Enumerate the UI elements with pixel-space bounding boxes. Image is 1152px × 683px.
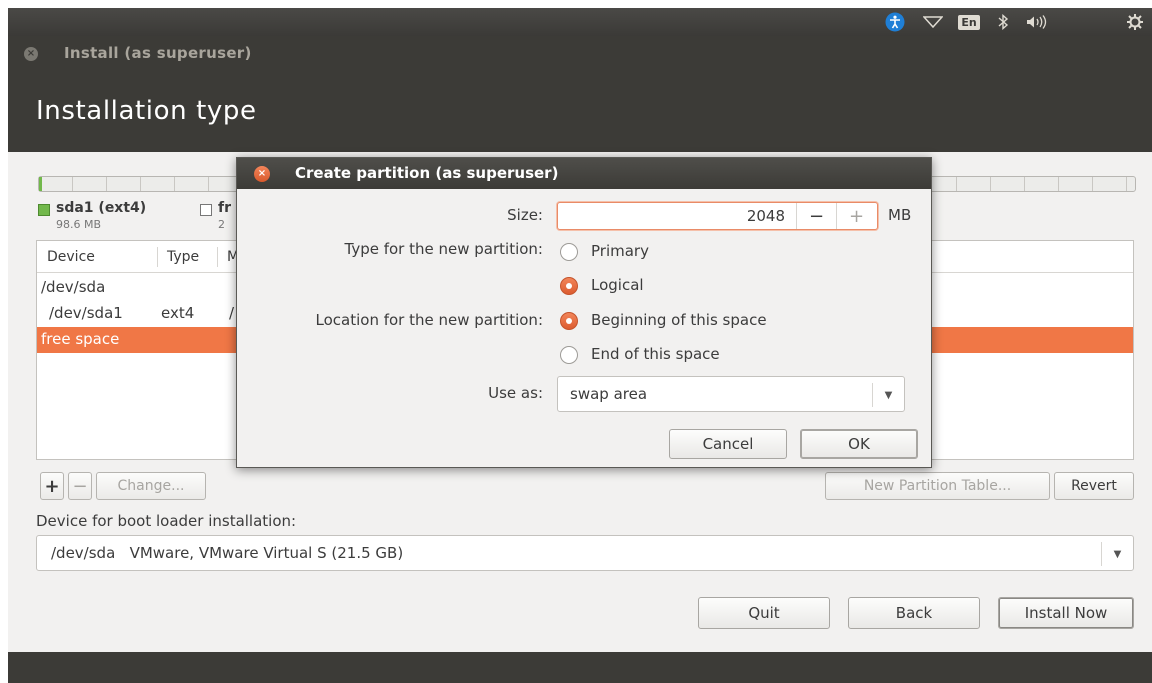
create-partition-dialog: × Create partition (as superuser) Size: … xyxy=(236,157,932,468)
cell-device: free space xyxy=(41,330,120,348)
quit-button[interactable]: Quit xyxy=(698,597,830,629)
size-unit-label: MB xyxy=(888,206,912,224)
size-input-value: 2048 xyxy=(746,207,785,225)
window-close-icon[interactable]: × xyxy=(24,47,38,61)
partition-type-label: Type for the new partition: xyxy=(344,240,544,258)
radio-logical-label[interactable]: Logical xyxy=(591,276,644,294)
remove-label: − xyxy=(72,475,88,497)
accessibility-icon[interactable] xyxy=(882,8,908,36)
partition-location-label: Location for the new partition: xyxy=(315,311,543,329)
revert-label: Revert xyxy=(1071,478,1117,494)
boot-loader-device-value: /dev/sda VMware, VMware Virtual S (21.5 … xyxy=(51,544,404,562)
page-header: Installation type xyxy=(8,72,1152,152)
size-decrement-button[interactable]: − xyxy=(796,203,836,229)
new-partition-table-button[interactable]: New Partition Table... xyxy=(825,472,1050,500)
cell-mount: / xyxy=(229,304,235,322)
use-as-select[interactable]: swap area ▼ xyxy=(557,376,905,412)
window-title-bar: × Install (as superuser) xyxy=(8,36,1152,72)
cell-device: /dev/sda1 xyxy=(49,304,123,322)
radio-end-label[interactable]: End of this space xyxy=(591,345,720,363)
change-label: Change... xyxy=(117,478,185,494)
radio-beginning[interactable] xyxy=(560,312,578,330)
change-partition-button[interactable]: Change... xyxy=(96,472,206,500)
dialog-title: Create partition (as superuser) xyxy=(295,164,559,182)
ok-button[interactable]: OK xyxy=(800,429,918,459)
dialog-close-icon[interactable]: × xyxy=(254,166,270,182)
network-wifi-icon[interactable] xyxy=(920,8,946,36)
bluetooth-icon[interactable] xyxy=(992,8,1014,36)
legend-swatch-free xyxy=(200,204,212,216)
legend-swatch-ext4 xyxy=(38,204,50,216)
increment-label: + xyxy=(848,205,865,227)
ok-label: OK xyxy=(848,435,870,453)
boot-loader-label: Device for boot loader installation: xyxy=(36,512,297,530)
install-now-button[interactable]: Install Now xyxy=(998,597,1134,629)
cell-device: /dev/sda xyxy=(41,278,106,296)
revert-button[interactable]: Revert xyxy=(1054,472,1134,500)
size-spinbox[interactable]: 2048 − + xyxy=(557,202,878,230)
column-header-type[interactable]: Type xyxy=(167,249,199,265)
chevron-down-icon: ▼ xyxy=(1101,542,1133,566)
column-header-device[interactable]: Device xyxy=(47,249,95,265)
radio-beginning-label[interactable]: Beginning of this space xyxy=(591,311,767,329)
volume-icon[interactable] xyxy=(1022,8,1052,36)
new-partition-table-label: New Partition Table... xyxy=(863,478,1012,494)
column-separator xyxy=(217,247,218,267)
radio-logical[interactable] xyxy=(560,277,578,295)
use-as-label: Use as: xyxy=(488,384,543,402)
column-separator xyxy=(157,247,158,267)
bottom-panel xyxy=(8,652,1152,683)
quit-label: Quit xyxy=(748,604,780,622)
legend-partition-name: fr xyxy=(218,200,231,216)
system-menu-icon[interactable] xyxy=(1122,8,1148,36)
size-label: Size: xyxy=(507,206,543,224)
back-label: Back xyxy=(895,604,933,622)
add-label: + xyxy=(44,475,60,497)
cell-type: ext4 xyxy=(161,304,195,322)
page-title: Installation type xyxy=(36,96,257,126)
legend-partition-size: 2 xyxy=(218,218,225,231)
top-panel: En xyxy=(8,8,1152,36)
legend-partition-size: 98.6 MB xyxy=(56,218,102,231)
remove-partition-button[interactable]: − xyxy=(68,472,92,500)
radio-primary-label[interactable]: Primary xyxy=(591,242,649,260)
radio-end[interactable] xyxy=(560,346,578,364)
window-title: Install (as superuser) xyxy=(64,44,252,62)
boot-loader-device-select[interactable]: /dev/sda VMware, VMware Virtual S (21.5 … xyxy=(36,535,1134,571)
install-now-label: Install Now xyxy=(1024,604,1108,622)
back-button[interactable]: Back xyxy=(848,597,980,629)
keyboard-layout-indicator[interactable]: En xyxy=(956,8,982,36)
legend-partition-name: sda1 (ext4) xyxy=(56,200,147,216)
cancel-label: Cancel xyxy=(702,435,754,453)
decrement-label: − xyxy=(808,205,825,227)
disk-usage-ext4-segment xyxy=(39,177,42,191)
chevron-down-icon: ▼ xyxy=(872,383,904,407)
use-as-value: swap area xyxy=(570,385,648,403)
size-increment-button[interactable]: + xyxy=(836,203,876,229)
keyboard-layout-label: En xyxy=(958,14,980,30)
radio-primary[interactable] xyxy=(560,243,578,261)
cancel-button[interactable]: Cancel xyxy=(669,429,787,459)
add-partition-button[interactable]: + xyxy=(40,472,64,500)
dialog-title-bar: × Create partition (as superuser) xyxy=(237,158,931,189)
